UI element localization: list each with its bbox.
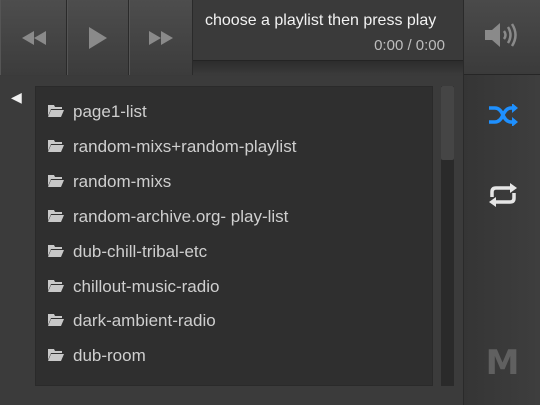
side-controls: M — [463, 0, 540, 405]
repeat-icon — [488, 183, 518, 212]
playlist-item[interactable]: dub-room — [36, 338, 434, 372]
playlist-label: random-mixs — [73, 171, 172, 191]
scrollbar-thumb[interactable] — [441, 86, 454, 160]
playlist-label: page1-list — [73, 102, 147, 121]
folder-open-icon — [48, 348, 64, 366]
playlist-item[interactable]: page1-list — [36, 94, 434, 128]
folder-open-icon — [48, 174, 64, 192]
folder-open-icon — [48, 279, 64, 297]
playlist-browser: ◀ page1-list random-mixs+random-playlist r… — [0, 76, 463, 405]
playlist-label: dark-ambient-radio — [73, 311, 216, 331]
volume-button[interactable] — [464, 0, 540, 75]
playlist-item[interactable]: dark-ambient-radio — [36, 303, 434, 337]
playlist-item[interactable]: chillout-music-radio — [36, 269, 434, 303]
folder-open-icon — [48, 313, 64, 331]
shuffle-button[interactable] — [464, 80, 540, 155]
playlist-item[interactable]: dub-chill-tribal-etc — [36, 234, 434, 268]
volume-icon — [484, 22, 521, 53]
now-playing-title: choose a playlist then press play — [205, 12, 437, 29]
back-arrow-icon[interactable]: ◀ — [11, 89, 22, 106]
skip-forward-icon — [148, 30, 174, 45]
playlist-item[interactable]: random-archive.org- play-list — [36, 199, 434, 233]
playlist-list: page1-list random-mixs+random-playlist ran… — [35, 86, 433, 386]
next-button[interactable] — [129, 0, 193, 75]
folder-open-icon — [48, 104, 64, 122]
playlist-label: dub-chill-tribal-etc — [73, 241, 208, 261]
folder-open-icon — [48, 209, 64, 227]
repeat-button[interactable] — [464, 160, 540, 235]
playlist-label: chillout-music-radio — [73, 276, 220, 296]
m-button[interactable]: M — [464, 325, 540, 400]
folder-open-icon — [48, 244, 64, 262]
progress-bar[interactable] — [193, 60, 463, 74]
track-time: 0:00 / 0:00 — [374, 37, 445, 54]
playlist-item[interactable]: random-mixs — [36, 164, 434, 198]
playlist-item[interactable]: random-mixs+random-playlist — [36, 129, 434, 163]
play-icon — [88, 26, 108, 49]
folder-open-icon — [48, 139, 64, 157]
previous-button[interactable] — [0, 0, 67, 75]
playlist-label: random-archive.org- play-list — [73, 206, 289, 226]
playlist-label: random-mixs+random-playlist — [73, 136, 297, 156]
play-button[interactable] — [67, 0, 129, 75]
playlist-label: dub-room — [73, 346, 146, 366]
shuffle-icon — [488, 103, 518, 131]
skip-back-icon — [21, 30, 47, 45]
